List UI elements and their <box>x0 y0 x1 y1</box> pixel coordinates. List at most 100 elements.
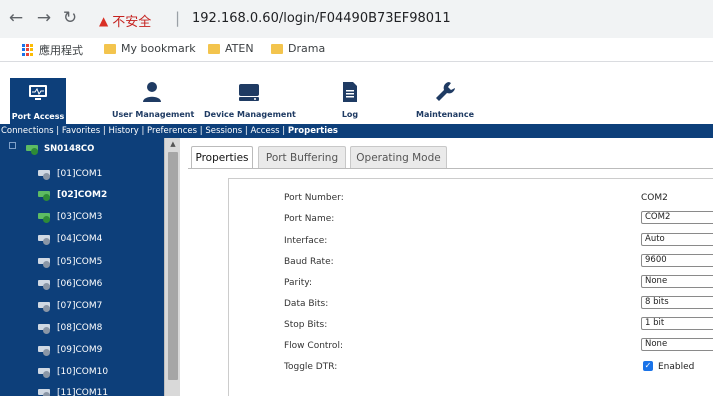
security-warning[interactable]: ▲ 不安全 <box>99 11 152 31</box>
interface-label: Interface: <box>284 236 328 246</box>
port-active-icon <box>38 190 52 201</box>
stop-bits-select[interactable]: 1 bit <box>641 317 713 330</box>
tree-item-com9[interactable]: [09]COM9 <box>38 345 102 356</box>
port-icon <box>38 388 52 396</box>
menu-favorites[interactable]: Favorites <box>62 126 100 136</box>
folder-icon <box>208 43 220 54</box>
reload-icon[interactable]: ↻ <box>60 8 80 28</box>
device-status-icon <box>26 144 40 155</box>
tab-strip: Properties Port Buffering Operating Mode <box>180 138 713 169</box>
browser-address-bar: ← → ↻ ▲ 不安全 | 192.168.0.60/login/F04490B… <box>0 0 713 38</box>
bookmark-label: My bookmark <box>121 42 196 55</box>
scroll-up-icon[interactable]: ▲ <box>165 140 181 148</box>
parity-select[interactable]: None <box>641 275 713 288</box>
port-icon <box>38 301 52 312</box>
menu-properties[interactable]: Properties <box>288 126 338 136</box>
port-name-field[interactable]: COM2 <box>641 211 713 224</box>
toolbar-log[interactable]: Log <box>330 80 370 119</box>
flow-control-select[interactable]: None <box>641 338 713 351</box>
tree-item-com4[interactable]: [04]COM4 <box>38 234 103 245</box>
toolbar-label: Device Management <box>204 110 296 119</box>
back-icon[interactable]: ← <box>6 8 26 28</box>
toolbar-device-management[interactable]: Device Management <box>204 80 296 119</box>
menu-connections[interactable]: Connections <box>1 126 54 136</box>
bookmark-label: ATEN <box>225 42 254 55</box>
tree-item-com6[interactable]: [06]COM6 <box>38 279 102 290</box>
tree-item-com7[interactable]: [07]COM7 <box>38 301 103 312</box>
stop-bits-label: Stop Bits: <box>284 320 328 330</box>
port-icon <box>38 234 52 245</box>
toolbar-label: Port Access <box>11 112 65 121</box>
device-icon <box>237 80 261 104</box>
sidebar-scrollbar[interactable]: ▲ <box>164 138 180 396</box>
tab-properties[interactable]: Properties <box>191 146 253 169</box>
bookmark-label: 應用程式 <box>39 44 83 57</box>
warning-icon: ▲ <box>99 13 109 28</box>
tree-item-com3[interactable]: [03]COM3 <box>38 212 102 223</box>
forward-icon[interactable]: → <box>34 8 54 28</box>
menu-access[interactable]: Access <box>250 126 279 136</box>
bookmarks-bar: 應用程式 My bookmark ATEN Drama <box>0 38 713 62</box>
data-bits-label: Data Bits: <box>284 299 329 309</box>
folder-icon <box>271 43 283 54</box>
menu-separator: | <box>100 126 109 136</box>
wrench-icon <box>433 80 457 104</box>
bookmark-my-bookmark[interactable]: My bookmark <box>104 42 196 55</box>
toolbar-label: Log <box>341 110 359 119</box>
tree-item-label: [07]COM7 <box>57 301 103 311</box>
menu-separator: | <box>279 126 288 136</box>
menu-bar: Connections | Favorites | History | Pref… <box>0 124 713 138</box>
security-label: 不安全 <box>112 15 152 30</box>
toolbar-port-access[interactable]: Port Access <box>10 78 66 124</box>
port-number-label: Port Number: <box>284 193 344 203</box>
port-active-icon <box>38 212 52 223</box>
monitor-icon <box>26 82 50 106</box>
toolbar-label: User Management <box>112 110 195 119</box>
tree-item-label: [11]COM11 <box>57 388 109 396</box>
menu-history[interactable]: History <box>109 126 139 136</box>
baud-rate-select[interactable]: 9600 <box>641 254 713 267</box>
toolbar-user-management[interactable]: User Management <box>112 80 195 119</box>
app-toolbar: Port Access User Management Device Manag… <box>0 62 713 124</box>
data-bits-select[interactable]: 8 bits <box>641 296 713 309</box>
bookmark-drama[interactable]: Drama <box>271 42 325 55</box>
toggle-dtr-label: Toggle DTR: <box>284 362 338 372</box>
tree-expander-icon[interactable] <box>9 142 16 149</box>
bookmark-apps[interactable]: 應用程式 <box>22 42 83 58</box>
user-icon <box>140 80 164 104</box>
tree-item-label: [08]COM8 <box>57 323 103 333</box>
port-icon <box>38 367 52 378</box>
bookmark-aten[interactable]: ATEN <box>208 42 254 55</box>
tree-item-com10[interactable]: [10]COM10 <box>38 367 108 378</box>
baud-rate-label: Baud Rate: <box>284 257 334 267</box>
tab-divider <box>188 168 713 169</box>
interface-select[interactable]: Auto <box>641 233 713 246</box>
tree-root-device[interactable]: SN0148CO <box>26 144 95 155</box>
tree-item-com1[interactable]: [01]COM1 <box>38 169 103 180</box>
port-icon <box>38 323 52 334</box>
tree-item-com5[interactable]: [05]COM5 <box>38 257 103 268</box>
port-name-label: Port Name: <box>284 214 335 224</box>
menu-sessions[interactable]: Sessions <box>205 126 242 136</box>
menu-separator: | <box>53 126 62 136</box>
tree-item-label: [01]COM1 <box>57 169 103 179</box>
port-icon <box>38 345 52 356</box>
url-field[interactable]: 192.168.0.60/login/F04490B73EF98011 <box>192 11 451 26</box>
toggle-dtr-checkbox[interactable]: ✓ <box>643 361 653 371</box>
toolbar-maintenance[interactable]: Maintenance <box>410 80 480 119</box>
tree-item-com2[interactable]: [02]COM2 <box>38 190 107 201</box>
flow-control-label: Flow Control: <box>284 341 343 351</box>
menu-preferences[interactable]: Preferences <box>147 126 197 136</box>
tree-root-label: SN0148CO <box>44 144 95 154</box>
tab-port-buffering[interactable]: Port Buffering <box>258 146 346 168</box>
bookmark-label: Drama <box>288 42 326 55</box>
scroll-thumb[interactable] <box>168 152 178 380</box>
tree-item-label: [05]COM5 <box>57 257 103 267</box>
tree-item-label: [04]COM4 <box>57 234 103 244</box>
tree-item-com11[interactable]: [11]COM11 <box>38 388 108 396</box>
apps-grid-icon <box>22 44 34 56</box>
tree-item-com8[interactable]: [08]COM8 <box>38 323 103 334</box>
url-divider: | <box>175 9 181 27</box>
port-icon <box>38 169 52 180</box>
tab-operating-mode[interactable]: Operating Mode <box>350 146 447 168</box>
